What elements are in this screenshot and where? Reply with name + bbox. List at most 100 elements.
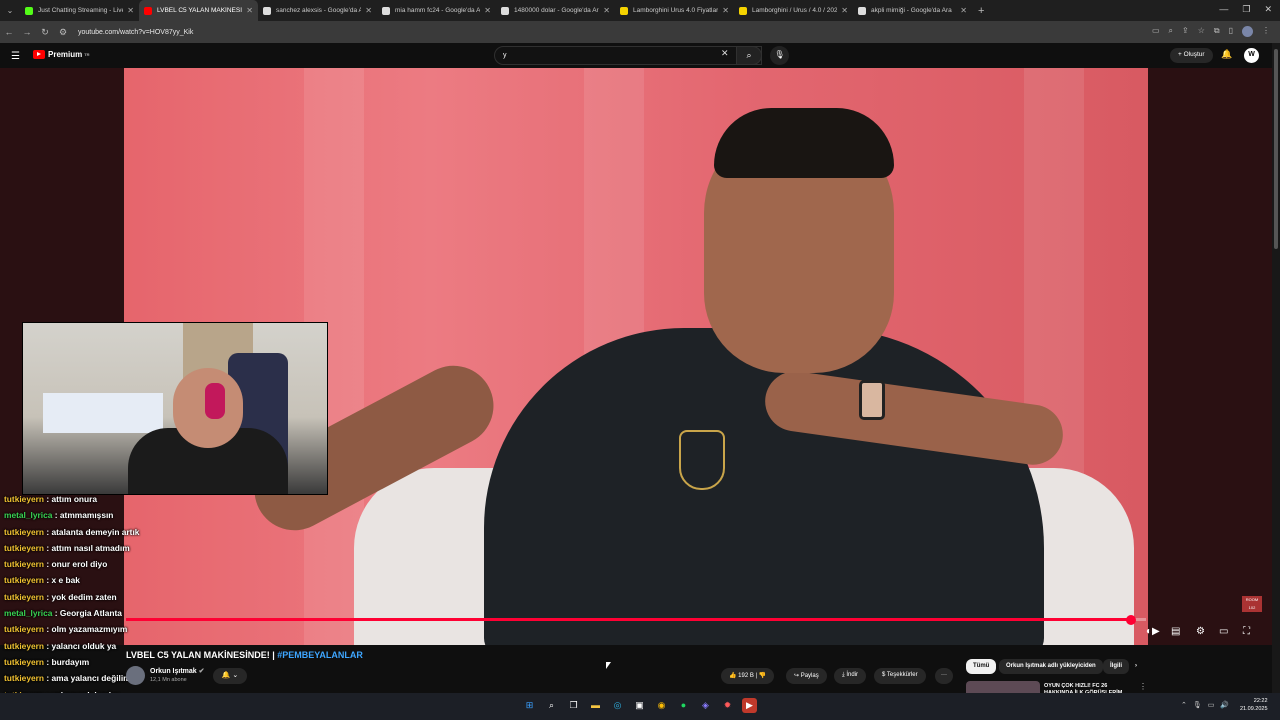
browser-tab[interactable]: Lamborghini / Urus / 4.0 / 202 ✕ — [734, 0, 853, 21]
theater-mode-icon[interactable]: ▭ — [1219, 626, 1228, 637]
zoom-icon[interactable]: ⌕ — [1169, 26, 1173, 37]
tab-title: LVBEL C5 YALAN MAKİNESİNDE! — [157, 7, 243, 14]
voice-search-icon[interactable]: 🎙 — [770, 46, 789, 65]
windows-start-icon[interactable]: ⊞ — [522, 698, 537, 713]
video-progress-bar[interactable] — [126, 614, 1146, 625]
tab-close-icon[interactable]: ✕ — [960, 6, 967, 15]
tab-close-icon[interactable]: ✕ — [603, 6, 610, 15]
tab-close-icon[interactable]: ✕ — [841, 6, 848, 15]
account-avatar[interactable]: W — [1244, 48, 1259, 63]
browser-tab[interactable]: mia hamm fc24 - Google'da Ar ✕ — [377, 0, 496, 21]
filter-chip[interactable]: Orkun Işıtmak adlı yükleyiciden — [999, 659, 1103, 674]
cast-icon[interactable]: ▭ — [1152, 26, 1160, 37]
streamer-webcam — [22, 322, 328, 495]
search-button[interactable]: ⌕ — [736, 46, 762, 65]
thumbs-down-icon: 👎 — [758, 673, 767, 679]
download-button[interactable]: ⤓ İndir — [834, 668, 866, 684]
tab-close-icon[interactable]: ✕ — [365, 6, 372, 15]
browser-tab[interactable]: 1480000 dolar - Google'da Ara ✕ — [496, 0, 615, 21]
chat-text: atmmamışsın — [59, 510, 114, 521]
minimize-icon[interactable]: — — [1219, 4, 1228, 15]
url-field[interactable]: youtube.com/watch?v=HOV87yy_Kik — [78, 29, 193, 36]
network-icon[interactable]: ▭ — [1208, 701, 1215, 709]
bell-icon: 🔔 — [221, 672, 231, 679]
filter-chip[interactable]: İlgili — [1103, 659, 1129, 674]
page-scrollbar[interactable] — [1272, 43, 1280, 693]
maximize-icon[interactable]: ❐ — [1242, 4, 1250, 15]
progress-scrubber[interactable] — [1125, 614, 1136, 625]
recommended-thumbnail[interactable] — [966, 681, 1040, 693]
settings-gear-icon[interactable]: ⚙ — [1196, 626, 1205, 637]
sidebar-icon[interactable]: ▯ — [1229, 26, 1233, 37]
tab-close-icon[interactable]: ✕ — [127, 6, 134, 15]
tab-close-icon[interactable]: ✕ — [484, 6, 491, 15]
menu-icon[interactable]: ☰ — [11, 51, 20, 62]
subscribed-bell-button[interactable]: 🔔 ⌄ — [213, 668, 247, 684]
share-button[interactable]: ↪ Paylaş — [786, 668, 827, 684]
logo-label: Premium — [48, 50, 83, 59]
address-bar-row: ← → ↻ ⚙ youtube.com/watch?v=HOV87yy_Kik … — [0, 21, 1280, 43]
site-info-icon[interactable]: ⚙ — [54, 27, 72, 38]
back-icon[interactable]: ← — [0, 27, 18, 37]
video-title: LVBEL C5 YALAN MAKİNESİNDE! | #PEMBEYALA… — [126, 650, 363, 660]
notifications-bell-icon[interactable]: 🔔 — [1221, 49, 1232, 60]
create-button[interactable]: + Oluştur — [1170, 48, 1213, 63]
chat-text: attım nasıl atmadım — [51, 542, 130, 553]
profile-avatar[interactable] — [1242, 26, 1253, 37]
forward-icon[interactable]: → — [18, 27, 36, 37]
new-tab-button[interactable]: + — [978, 5, 984, 17]
browser-tab[interactable]: LVBEL C5 YALAN MAKİNESİNDE!✕ — [139, 0, 258, 21]
browser-tab[interactable]: Just Chatting Streaming - Live ✕ — [20, 0, 139, 21]
edge-icon[interactable]: ◎ — [610, 698, 625, 713]
youtube-logo[interactable]: Premium TR — [33, 50, 90, 59]
microphone-icon[interactable]: 🎙 — [1193, 701, 1202, 709]
store-icon[interactable]: ▣ — [632, 698, 647, 713]
taskbar-search-icon[interactable]: ⌕ — [544, 698, 559, 713]
channel-avatar[interactable] — [126, 666, 145, 685]
browser-tab[interactable]: sanchez alexsis - Google'da Ara ✕ — [258, 0, 377, 21]
tray-chevron-icon[interactable]: ⌃ — [1181, 701, 1187, 709]
recommended-more-icon[interactable]: ⋮ — [1139, 682, 1147, 691]
task-view-icon[interactable]: ❐ — [566, 698, 581, 713]
tab-close-icon[interactable]: ✕ — [722, 6, 729, 15]
game-app-icon[interactable]: ✹ — [720, 698, 735, 713]
clear-search-icon[interactable]: ✕ — [721, 48, 729, 59]
chat-username: metal_lyrica — [4, 510, 53, 521]
browser-tab[interactable]: Lamborghini Urus 4.0 Fiyatları ✕ — [615, 0, 734, 21]
chat-message: metal_lyrica : atmmamışsın — [4, 510, 114, 521]
scrollbar-thumb[interactable] — [1274, 49, 1278, 249]
like-button[interactable]: 👍 192 B | 👎 — [721, 668, 775, 684]
tab-search-icon[interactable]: ⌄ — [0, 6, 20, 15]
chat-message: tutkieyern : olm yazamazmıyım — [4, 624, 128, 635]
channel-watermark[interactable]: ROOM 102 — [1242, 596, 1262, 612]
subtitles-icon[interactable]: ▤ — [1171, 626, 1180, 637]
filter-chip[interactable]: Tümü — [966, 659, 997, 674]
chips-next-chevron-icon[interactable]: › — [1128, 659, 1144, 674]
channel-name[interactable]: Orkun Işıtmak ✔ — [150, 667, 205, 675]
obs-icon[interactable]: ▶ — [742, 698, 757, 713]
file-explorer-icon[interactable]: ▬ — [588, 698, 603, 713]
volume-icon[interactable]: 🔊 — [1220, 701, 1229, 709]
share-icon[interactable]: ⇪ — [1182, 26, 1189, 37]
create-label: Oluştur — [1183, 51, 1205, 58]
autoplay-toggle[interactable]: ◐▶ — [1146, 626, 1160, 637]
tab-favicon-icon — [858, 6, 866, 15]
video-hashtag[interactable]: #PEMBEYALANLAR — [277, 650, 363, 660]
browser-tab[interactable]: akpli mimiği - Google'da Ara ✕ — [853, 0, 972, 21]
thanks-button[interactable]: $ Teşekkürler — [874, 668, 926, 684]
fullscreen-icon[interactable]: ⛶ — [1243, 626, 1250, 637]
browser-menu-icon[interactable]: ⋮ — [1262, 26, 1270, 37]
bookmark-star-icon[interactable]: ☆ — [1198, 26, 1205, 37]
spotify-icon[interactable]: ● — [676, 698, 691, 713]
person-torso-shape — [484, 328, 1044, 645]
close-window-icon[interactable]: ✕ — [1264, 4, 1272, 15]
chrome-icon[interactable]: ◉ — [654, 698, 669, 713]
reload-icon[interactable]: ↻ — [36, 27, 54, 38]
system-clock[interactable]: 22:22 21.09.2025 — [1240, 697, 1268, 713]
chat-text: atalanta demeyin artık — [51, 526, 140, 537]
window-controls: — ❐ ✕ — [1219, 4, 1272, 15]
extensions-icon[interactable]: ⧉ — [1214, 26, 1220, 37]
discord-icon[interactable]: ◈ — [698, 698, 713, 713]
tab-close-icon[interactable]: ✕ — [246, 6, 253, 15]
more-actions-button[interactable]: ··· — [935, 668, 953, 684]
